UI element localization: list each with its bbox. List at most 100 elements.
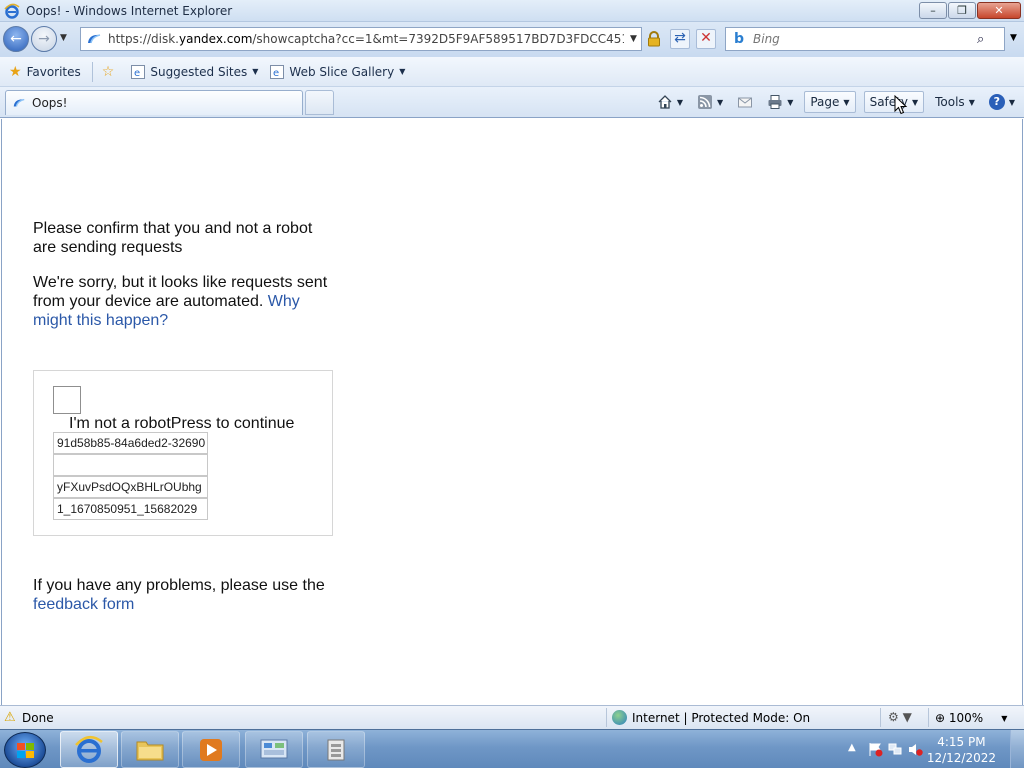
status-separator bbox=[880, 708, 881, 727]
search-icon[interactable]: ⌕ bbox=[977, 32, 993, 47]
command-bar: ▼ ▼ ▼ Page ▼ Safety ▼ Tools ▼ ? ▼ bbox=[646, 91, 1018, 113]
chevron-down-icon: ▼ bbox=[252, 67, 259, 76]
print-button[interactable]: ▼ bbox=[764, 91, 796, 113]
page-favicon-icon bbox=[13, 98, 25, 107]
url-text[interactable]: https://disk.yandex.com/showcaptcha?cc=1… bbox=[108, 32, 624, 46]
taskbar-file-explorer[interactable] bbox=[121, 731, 179, 768]
ie-page-icon: e bbox=[131, 64, 146, 79]
chevron-down-icon: ▼ bbox=[843, 97, 850, 107]
captcha-form: I'm not a robotPress to continue 91d58b8… bbox=[33, 370, 333, 536]
feedback-prefix: If you have any problems, please use the bbox=[33, 577, 325, 594]
favorites-label: Favorites bbox=[26, 64, 81, 79]
network-icon[interactable] bbox=[888, 742, 903, 757]
globe-icon bbox=[612, 710, 627, 725]
feeds-button[interactable]: ▼ bbox=[694, 91, 726, 113]
chevron-down-icon: ▼ bbox=[676, 97, 684, 107]
search-input[interactable] bbox=[753, 32, 977, 46]
internet-explorer-icon bbox=[75, 735, 103, 763]
suggested-sites-button[interactable]: e Suggested Sites ▼ bbox=[128, 61, 261, 83]
favorites-separator bbox=[91, 61, 93, 82]
chevron-down-icon: ▼ bbox=[1008, 97, 1015, 107]
clock[interactable]: 4:15 PM 12/12/2022 bbox=[927, 734, 996, 766]
folder-icon bbox=[136, 741, 164, 760]
volume-muted-icon[interactable] bbox=[908, 742, 923, 757]
warning-icon: ⚠ bbox=[4, 710, 16, 725]
captcha-field-1[interactable]: 91d58b85-84a6ded2-32690 bbox=[53, 432, 208, 454]
not-robot-checkbox[interactable] bbox=[53, 386, 81, 414]
status-separator bbox=[928, 708, 929, 727]
svg-text:e: e bbox=[134, 68, 140, 79]
search-box[interactable]: b ⌕ bbox=[725, 27, 1005, 51]
tools-menu-button[interactable]: Tools ▼ bbox=[932, 91, 978, 113]
forward-button[interactable]: → bbox=[31, 26, 57, 52]
tab-label: Oops! bbox=[32, 96, 68, 110]
taskbar-app[interactable] bbox=[307, 731, 365, 768]
taskbar-media-player[interactable] bbox=[182, 731, 240, 768]
chevron-down-icon: ▼ bbox=[399, 67, 406, 76]
rss-icon bbox=[698, 95, 713, 109]
captcha-field-4[interactable]: 1_1670850951_15682029 bbox=[53, 498, 208, 520]
home-button[interactable]: ▼ bbox=[654, 91, 686, 113]
address-bar[interactable]: https://disk.yandex.com/showcaptcha?cc=1… bbox=[80, 27, 642, 51]
lock-icon[interactable] bbox=[646, 31, 662, 47]
status-bar: ⚠ Done Internet | Protected Mode: On ⚙ ▼… bbox=[0, 705, 1024, 729]
status-separator bbox=[606, 708, 607, 727]
captcha-field-3[interactable]: yFXuvPsdOQxBHLrOUbhg bbox=[53, 476, 208, 498]
refresh-icon: ⇄ bbox=[674, 30, 686, 46]
feedback-link[interactable]: feedback form bbox=[33, 596, 134, 613]
refresh-button[interactable]: ⇄ bbox=[670, 29, 690, 49]
tools-menu-label: Tools bbox=[935, 95, 965, 109]
system-tray: ▲ 4:15 PM 12/12/2022 bbox=[844, 730, 1024, 768]
back-button[interactable]: ← bbox=[3, 26, 29, 52]
read-mail-button[interactable] bbox=[734, 91, 756, 113]
page-menu-button[interactable]: Page ▼ bbox=[804, 91, 856, 113]
ie-page-icon: e bbox=[270, 64, 285, 79]
control-panel-icon bbox=[260, 739, 288, 758]
web-slice-gallery-button[interactable]: e Web Slice Gallery ▼ bbox=[267, 61, 408, 83]
start-button[interactable] bbox=[4, 732, 46, 768]
checkbox-label[interactable]: I'm not a robotPress to continue bbox=[69, 415, 294, 433]
page-menu-label: Page bbox=[810, 95, 840, 109]
favorites-button[interactable]: ★ Favorites bbox=[6, 61, 84, 83]
action-center-icon[interactable] bbox=[868, 742, 883, 757]
ie-logo-icon bbox=[4, 3, 20, 19]
close-icon: ✕ bbox=[994, 4, 1004, 17]
help-menu-button[interactable]: ? ▼ bbox=[986, 91, 1018, 113]
window-title: Oops! - Windows Internet Explorer bbox=[26, 4, 233, 18]
favorites-bar: ★ Favorites ☆ e Suggested Sites ▼ e Web … bbox=[0, 57, 1024, 87]
new-tab-button[interactable] bbox=[305, 90, 334, 115]
feedback-text: If you have any problems, please use the… bbox=[33, 576, 333, 614]
tab-bar: Oops! ▼ ▼ ▼ Page ▼ Safety ▼ Tools ▼ ? ▼ bbox=[0, 87, 1024, 118]
captcha-field-2[interactable] bbox=[53, 454, 208, 476]
address-dropdown-icon[interactable]: ▼ bbox=[630, 34, 637, 44]
windows-logo-icon bbox=[17, 743, 34, 758]
minimize-icon: – bbox=[930, 4, 936, 17]
search-options-dropdown-icon[interactable]: ▼ bbox=[1010, 33, 1017, 43]
show-hidden-icons-icon[interactable]: ▲ bbox=[848, 742, 856, 753]
add-to-favorites-bar-button[interactable]: ☆ bbox=[99, 61, 123, 83]
stop-icon: ✕ bbox=[700, 30, 712, 46]
close-button[interactable]: ✕ bbox=[977, 2, 1021, 19]
zoom-control[interactable]: ⊕ 100% ▼ bbox=[935, 711, 1007, 725]
stop-button[interactable]: ✕ bbox=[696, 29, 716, 49]
restore-button[interactable]: ❐ bbox=[948, 2, 976, 19]
home-icon bbox=[658, 95, 672, 109]
favorites-star-icon: ★ bbox=[9, 63, 22, 80]
zoom-icon: ⊕ bbox=[935, 711, 949, 725]
tab-oops[interactable]: Oops! bbox=[5, 90, 303, 115]
zoom-level: 100% bbox=[948, 711, 984, 725]
minimize-button[interactable]: – bbox=[919, 2, 947, 19]
popup-blocker-icon[interactable]: ⚙ ▼ bbox=[888, 710, 912, 724]
svg-text:e: e bbox=[273, 68, 279, 79]
chevron-down-icon: ▼ bbox=[787, 97, 794, 107]
back-arrow-icon: ← bbox=[10, 31, 22, 47]
chevron-down-icon: ▼ bbox=[911, 97, 919, 107]
window-controls: – ❐ ✕ bbox=[918, 2, 1021, 19]
show-desktop-button[interactable] bbox=[1010, 730, 1024, 768]
document-stack-icon bbox=[327, 739, 345, 760]
recent-pages-dropdown[interactable]: ▼ bbox=[60, 33, 67, 43]
captcha-message: We're sorry, but it looks like requests … bbox=[33, 273, 338, 330]
taskbar-internet-explorer[interactable] bbox=[60, 731, 118, 768]
taskbar-control-panel[interactable] bbox=[245, 731, 303, 768]
security-zone[interactable]: Internet | Protected Mode: On bbox=[612, 710, 810, 725]
